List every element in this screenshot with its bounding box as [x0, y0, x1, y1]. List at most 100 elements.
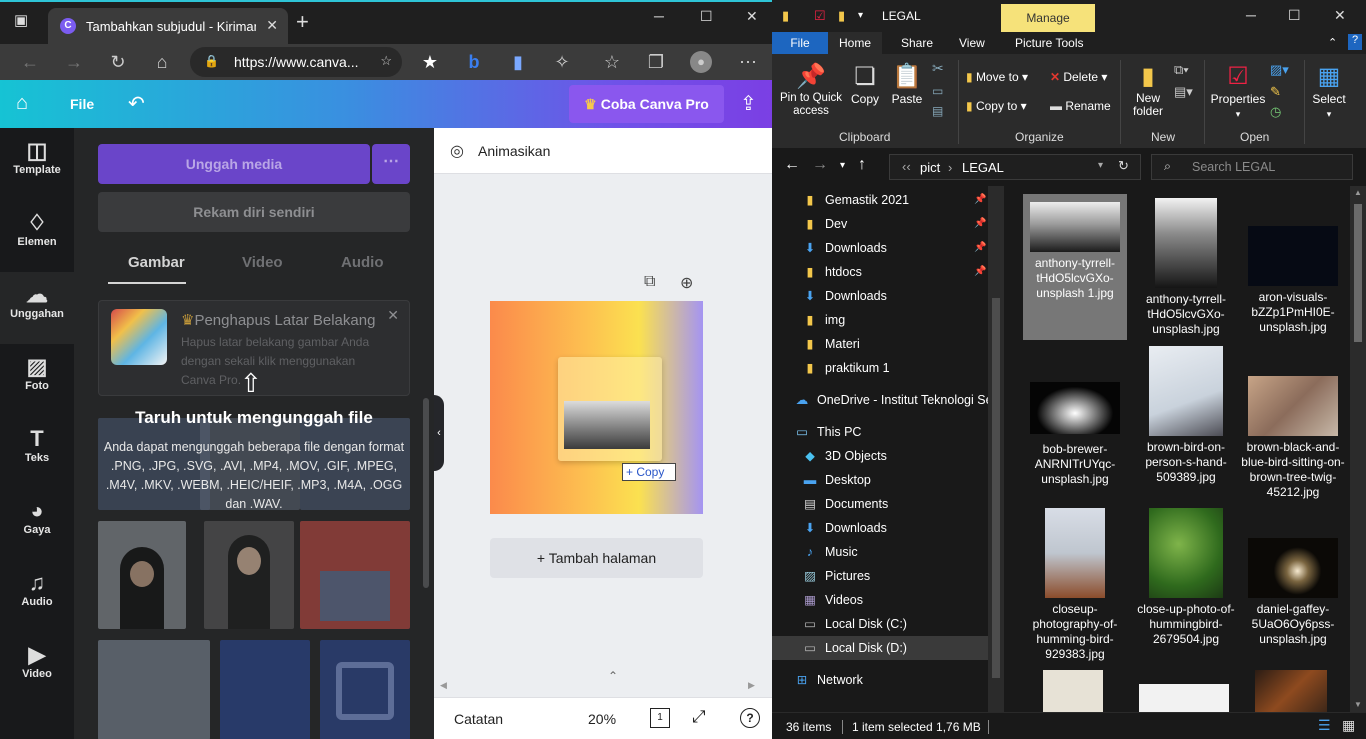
scroll-up-icon[interactable]: ▲	[1354, 188, 1362, 197]
duplicate-page-icon[interactable]: ⧉	[644, 273, 655, 291]
edit-icon[interactable]: ✎	[1270, 84, 1281, 100]
nav-item-local-disk-d[interactable]: ▭ Local Disk (D:)	[772, 636, 988, 660]
scroll-left-icon[interactable]: ◀	[440, 680, 447, 691]
file-item[interactable]	[1043, 670, 1103, 712]
paste-shortcut-icon[interactable]: ▤	[932, 104, 943, 118]
animate-button[interactable]: Animasikan	[478, 143, 550, 159]
help-icon[interactable]: ?	[740, 708, 760, 728]
nav-scroll-thumb[interactable]	[992, 298, 1000, 678]
add-page-icon[interactable]: ⊕	[680, 273, 693, 293]
nav-item-praktikum-1[interactable]: ▮ praktikum 1	[772, 356, 988, 380]
undo-icon[interactable]: ↶	[128, 91, 145, 116]
file-menu[interactable]: File	[70, 96, 94, 112]
bing-icon[interactable]: b	[462, 50, 486, 74]
delete-button[interactable]: ✕ Delete ▾	[1050, 70, 1107, 84]
nav-item-img[interactable]: ▮ img	[772, 308, 988, 332]
zoom-level[interactable]: 20%	[588, 711, 616, 727]
design-page[interactable]: + Copy	[490, 301, 703, 514]
scroll-down-icon[interactable]: ▼	[1354, 700, 1362, 709]
nav-item-materi[interactable]: ▮ Materi	[772, 332, 988, 356]
nav-item-music[interactable]: ♪ Music	[772, 540, 988, 564]
nav-item-dev[interactable]: ▮ Dev 📌	[772, 212, 988, 236]
tab-images[interactable]: Gambar	[128, 254, 185, 271]
home-icon[interactable]: ⌂	[150, 50, 174, 74]
tab-audio[interactable]: Audio	[341, 254, 384, 271]
notes-button[interactable]: Catatan	[454, 711, 503, 727]
quick-access-dropdown-icon[interactable]: ▾	[858, 10, 863, 21]
tab-view[interactable]: View	[959, 36, 985, 50]
nav-item-htdocs[interactable]: ▮ htdocs 📌	[772, 260, 988, 284]
dragged-image[interactable]	[558, 357, 662, 461]
upload-thumbnail[interactable]	[220, 640, 310, 739]
file-item[interactable]: anthony-tyrrell-tHdO5lcvGXo-unsplash 1.j…	[1023, 194, 1127, 340]
copy-button[interactable]: ❏ Copy	[848, 62, 882, 106]
move-to-button[interactable]: ▮ Move to ▾	[966, 70, 1028, 84]
extensions-icon[interactable]: ✧	[550, 50, 574, 74]
minimize-icon[interactable]: ─	[1246, 7, 1256, 23]
new-item-icon[interactable]: ⧉▾	[1174, 62, 1189, 78]
address-bar[interactable]: ‹‹ pict › LEGAL ▾ ↻	[889, 154, 1141, 180]
close-tab-icon[interactable]: ✕	[266, 17, 278, 34]
upload-thumbnail[interactable]	[98, 521, 186, 629]
horizontal-scrollbar[interactable]: ◀ ⌃ ▶	[434, 669, 772, 693]
scroll-right-icon[interactable]: ▶	[748, 680, 755, 691]
tab-share[interactable]: Share	[901, 36, 933, 50]
nav-item-local-disk-c[interactable]: ▭ Local Disk (C:)	[772, 612, 988, 636]
details-view-icon[interactable]: ☰	[1318, 717, 1331, 734]
easy-access-icon[interactable]: ▤▾	[1174, 84, 1193, 100]
minimize-icon[interactable]: ─	[654, 8, 664, 24]
properties-quick-icon[interactable]: ☑	[814, 8, 826, 24]
add-favorite-icon[interactable]: ☆	[380, 53, 392, 69]
rail-video[interactable]: ▶ Video	[0, 632, 74, 704]
rail-photos[interactable]: ▨ Foto	[0, 344, 74, 416]
help-icon[interactable]: ?	[1348, 34, 1362, 50]
animate-icon[interactable]: ◎	[450, 141, 464, 161]
upload-thumbnail[interactable]	[204, 521, 294, 629]
properties-button[interactable]: ☑ Properties ▾	[1210, 62, 1266, 120]
open-icon[interactable]: ▨▾	[1270, 62, 1289, 78]
tab-home[interactable]: Home	[828, 32, 882, 54]
close-card-icon[interactable]: ✕	[387, 307, 399, 324]
try-canva-pro-button[interactable]: ♛ Coba Canva Pro	[569, 85, 724, 123]
profile-avatar-icon[interactable]: ●	[690, 51, 712, 73]
record-yourself-button[interactable]: Rekam diri sendiri	[98, 192, 410, 232]
nav-item-this-pc[interactable]: ▭ This PC	[772, 420, 988, 444]
rename-button[interactable]: ▬ Rename	[1050, 99, 1111, 113]
nav-item-onedrive[interactable]: ☁ OneDrive - Institut Teknologi Sep	[772, 388, 1000, 412]
search-box[interactable]: ⌕ Search LEGAL	[1151, 154, 1353, 180]
file-item[interactable]	[1255, 670, 1327, 712]
collapse-panel-icon[interactable]: ‹	[434, 395, 444, 471]
file-item[interactable]: brown-bird-on-person-s-hand-509389.jpg	[1134, 346, 1238, 485]
copy-path-icon[interactable]: ▭	[932, 84, 943, 98]
back-icon[interactable]: ←	[784, 156, 800, 174]
breadcrumb-overflow-icon[interactable]: ‹‹	[902, 159, 911, 174]
breadcrumb-legal[interactable]: LEGAL	[962, 160, 1004, 175]
refresh-icon[interactable]: ↻	[1118, 158, 1129, 174]
upload-thumbnail[interactable]	[320, 640, 410, 739]
large-icons-view-icon[interactable]: ▦	[1342, 717, 1355, 734]
nav-item-gemastik-2021[interactable]: ▮ Gemastik 2021 📌	[772, 188, 988, 212]
upload-thumbnail[interactable]	[300, 521, 410, 629]
bookmark-icon[interactable]: ▮	[506, 50, 530, 74]
maximize-icon[interactable]: ☐	[1288, 7, 1301, 24]
close-window-icon[interactable]: ✕	[1334, 7, 1346, 24]
up-icon[interactable]: ↑	[858, 156, 866, 174]
browser-tab[interactable]: C Tambahkan subjudul - Kiriman In ✕	[48, 8, 288, 46]
collapse-ribbon-icon[interactable]: ⌃	[1328, 36, 1337, 49]
nav-item-pictures[interactable]: ▨ Pictures	[772, 564, 988, 588]
nav-item-desktop[interactable]: ▬ Desktop	[772, 468, 988, 492]
file-item[interactable]: closeup-photography-of-humming-bird-9293…	[1023, 508, 1127, 662]
files-scroll-thumb[interactable]	[1354, 204, 1362, 342]
more-menu-icon[interactable]: ⋯	[736, 50, 760, 74]
recent-locations-icon[interactable]: ▾	[840, 160, 845, 171]
tab-picture-tools[interactable]: Picture Tools	[1015, 36, 1083, 50]
rail-elements[interactable]: ♢ Elemen	[0, 200, 74, 272]
file-item[interactable]: aron-visuals-bZZp1PmHI0E-unsplash.jpg	[1241, 194, 1345, 335]
file-item[interactable]: close-up-photo-of-hummingbird-2679504.jp…	[1134, 508, 1238, 647]
rail-template[interactable]: ◫ Template	[0, 128, 74, 200]
nav-item-downloads[interactable]: ⬇ Downloads	[772, 284, 988, 308]
upload-more-icon[interactable]: ⋯	[372, 144, 410, 184]
file-item[interactable]: anthony-tyrrell-tHdO5lcvGXo-unsplash.jpg	[1134, 194, 1238, 337]
new-tab-icon[interactable]: +	[296, 11, 309, 33]
history-icon[interactable]: ◷	[1270, 104, 1281, 120]
